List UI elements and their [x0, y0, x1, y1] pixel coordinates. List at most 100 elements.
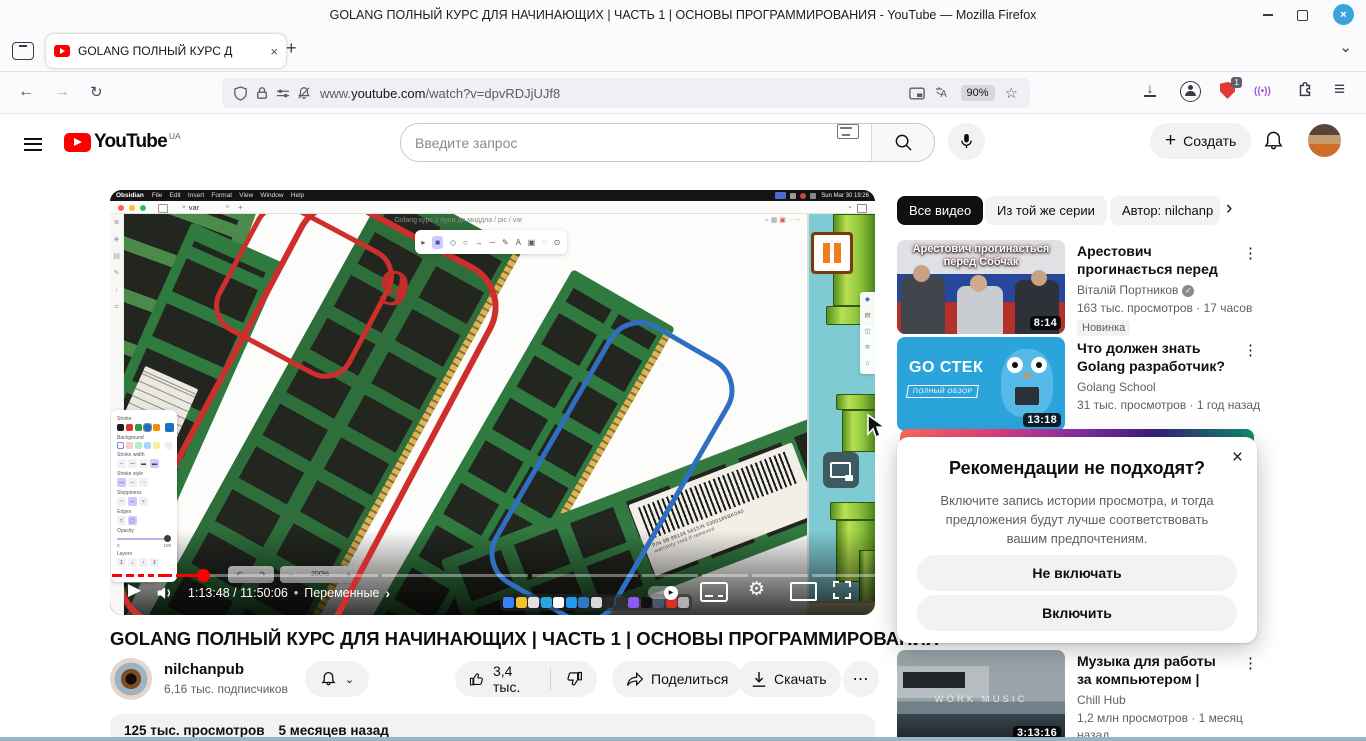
- tool-image-icon[interactable]: ▣: [528, 238, 536, 247]
- thumbnail[interactable]: Арестович прогинається перед Собчак 8:14: [897, 240, 1065, 334]
- layers-options[interactable]: ↧ ↓ ↑ ↥: [117, 558, 171, 567]
- tool-laser-icon[interactable]: ⊙: [554, 238, 561, 247]
- more-actions-button[interactable]: ⋯: [843, 661, 879, 697]
- related-title[interactable]: Что должен знать Golang разработчик? Как…: [1077, 339, 1229, 375]
- related-channel-row[interactable]: Віталій Портников ✓: [1077, 282, 1195, 299]
- related-video-2[interactable]: GO СТЕК ПОЛНЫЙ ОБЗОР 13:18 Что должен зн…: [897, 337, 1265, 433]
- create-button[interactable]: + Создать: [1150, 123, 1252, 159]
- game-pause-button[interactable]: [811, 232, 853, 274]
- subscribed-bell-button[interactable]: ⌄: [305, 661, 369, 697]
- guide-hamburger-button[interactable]: [24, 134, 42, 154]
- popup-decline-button[interactable]: Не включать: [917, 555, 1237, 591]
- chapter-title[interactable]: Переменные: [304, 586, 379, 600]
- new-tab-button[interactable]: +: [286, 38, 297, 59]
- circle-icon[interactable]: ◌: [788, 217, 792, 224]
- bookmark-star-icon[interactable]: ☆: [1005, 84, 1018, 102]
- video-menu-icon[interactable]: ⋮: [1243, 654, 1258, 672]
- channel-avatar[interactable]: [110, 658, 152, 700]
- edges-options[interactable]: □ ▢: [117, 516, 171, 525]
- reload-button[interactable]: ↻: [90, 83, 103, 101]
- pip-toggle-button[interactable]: [823, 452, 859, 488]
- obsidian-tab[interactable]: × var ×: [182, 201, 229, 214]
- adblock-extension-icon[interactable]: 1: [1220, 77, 1242, 100]
- excalidraw-properties-panel[interactable]: Stroke Background Stroke width – — ▬ ▬ S…: [111, 410, 177, 582]
- dislike-button[interactable]: [551, 661, 597, 697]
- shield-icon[interactable]: [234, 85, 247, 101]
- tool-diamond-icon[interactable]: ◇: [450, 238, 456, 247]
- chip-all-videos[interactable]: Все видео: [897, 196, 984, 225]
- thumbnail[interactable]: GO СТЕК ПОЛНЫЙ ОБЗОР 13:18: [897, 337, 1065, 431]
- tool-ellipse-icon[interactable]: ○: [463, 238, 468, 247]
- extensions-puzzle-icon[interactable]: [1296, 81, 1314, 104]
- volume-icon[interactable]: [156, 584, 176, 602]
- search-input[interactable]: [401, 124, 837, 161]
- video-player[interactable]: Obsidian File Edit Insert Format View Wi…: [110, 190, 875, 615]
- zoom-indicator[interactable]: 90%: [960, 85, 995, 101]
- fullscreen-button[interactable]: [832, 580, 852, 600]
- more-icon[interactable]: ⋯: [794, 217, 801, 224]
- video-menu-icon[interactable]: ⋮: [1243, 244, 1258, 262]
- progress-bar[interactable]: [110, 569, 875, 582]
- traffic-close[interactable]: [118, 204, 124, 211]
- traffic-minimize[interactable]: [129, 204, 135, 211]
- chip-same-series[interactable]: Из той же серии: [985, 196, 1107, 225]
- playhead[interactable]: [197, 569, 210, 582]
- link-icon[interactable]: ⌁: [765, 217, 769, 224]
- video-menu-icon[interactable]: ⋮: [1243, 341, 1258, 359]
- background-swatches[interactable]: [117, 442, 172, 449]
- tool-eraser-icon[interactable]: ◌: [542, 238, 547, 247]
- url-bar[interactable]: www.youtube.com/watch?v=dpvRDJjUJf8 A 90…: [222, 78, 1030, 108]
- obsidian-tabs-chevron[interactable]: ⌄: [847, 202, 853, 210]
- downloads-button[interactable]: ↓: [1144, 81, 1156, 97]
- stroke-style-options[interactable]: — -- ··: [117, 478, 171, 487]
- play-button[interactable]: ▶: [128, 580, 141, 600]
- voice-search-button[interactable]: [948, 123, 985, 160]
- notifications-bell-button[interactable]: [1262, 129, 1285, 158]
- excalidraw-toolbar[interactable]: ▸ ■ ◇ ○ → ─ ✎ A ▣ ◌ ⊙: [415, 230, 567, 254]
- forward-button[interactable]: →: [54, 83, 70, 101]
- obsidian-pane-icon[interactable]: [857, 204, 867, 213]
- tool-rectangle-icon[interactable]: ■: [432, 235, 444, 249]
- related-channel[interactable]: Chill Hub: [1077, 692, 1126, 709]
- permissions-icon[interactable]: [276, 87, 290, 99]
- sloppiness-options[interactable]: ~ ∼ ≈: [117, 497, 171, 506]
- pip-icon[interactable]: [908, 87, 925, 100]
- obsidian-tab-close[interactable]: ×: [225, 204, 229, 211]
- thumbnail[interactable]: WORK MUSIC 3:13:16: [897, 650, 1065, 741]
- tab-active[interactable]: GOLANG ПОЛНЫЙ КУРС Д ×: [46, 34, 286, 68]
- search-button[interactable]: [871, 124, 934, 161]
- channel-name[interactable]: nilchanpub: [164, 661, 244, 678]
- lock-icon[interactable]: [256, 86, 268, 100]
- related-title[interactable]: Музыка для работы за компьютером | Фонов…: [1077, 652, 1229, 688]
- avatar[interactable]: [1308, 124, 1341, 157]
- app-menu-hamburger-icon[interactable]: ≡: [1334, 79, 1345, 101]
- tool-draw-icon[interactable]: ✎: [502, 238, 509, 247]
- popup-accept-button[interactable]: Включить: [917, 595, 1237, 631]
- translate-icon[interactable]: A: [935, 86, 951, 100]
- share-button[interactable]: Поделиться: [612, 661, 743, 697]
- theater-mode-button[interactable]: [790, 582, 817, 601]
- like-button[interactable]: 3,4 тыс.: [455, 661, 550, 697]
- account-icon[interactable]: [1180, 81, 1201, 102]
- url-text[interactable]: www.youtube.com/watch?v=dpvRDJjUJf8: [320, 86, 560, 101]
- traffic-zoom[interactable]: [140, 204, 146, 211]
- related-title[interactable]: Арестович прогинається перед Собчак | Ві…: [1077, 242, 1229, 278]
- obsidian-breadcrumb[interactable]: Golang курс с нуля до миддла / pic / var: [110, 217, 807, 224]
- chapter-chevron-icon[interactable]: ›: [385, 585, 390, 601]
- tab-close-icon[interactable]: ×: [270, 44, 278, 59]
- maximize-button[interactable]: [1290, 3, 1314, 27]
- close-button[interactable]: ×: [1333, 4, 1354, 25]
- chip-author[interactable]: Автор: nilchanp: [1110, 196, 1220, 225]
- youtube-logo[interactable]: YouTube UA: [64, 131, 181, 153]
- grid-icon[interactable]: ▦: [771, 217, 778, 224]
- tool-line-icon[interactable]: ─: [490, 238, 496, 247]
- opacity-slider[interactable]: [117, 535, 171, 543]
- back-button[interactable]: ←: [18, 83, 34, 101]
- keyboard-icon[interactable]: [837, 124, 859, 139]
- firefox-view-icon[interactable]: [12, 42, 34, 60]
- autoplay-toggle[interactable]: ▶: [648, 585, 678, 600]
- list-tabs-chevron-icon[interactable]: ⌄: [1339, 38, 1352, 56]
- broadcast-extension-icon[interactable]: ((•)): [1254, 86, 1271, 97]
- related-channel[interactable]: Golang School: [1077, 379, 1156, 396]
- tool-select-icon[interactable]: ▸: [421, 238, 425, 247]
